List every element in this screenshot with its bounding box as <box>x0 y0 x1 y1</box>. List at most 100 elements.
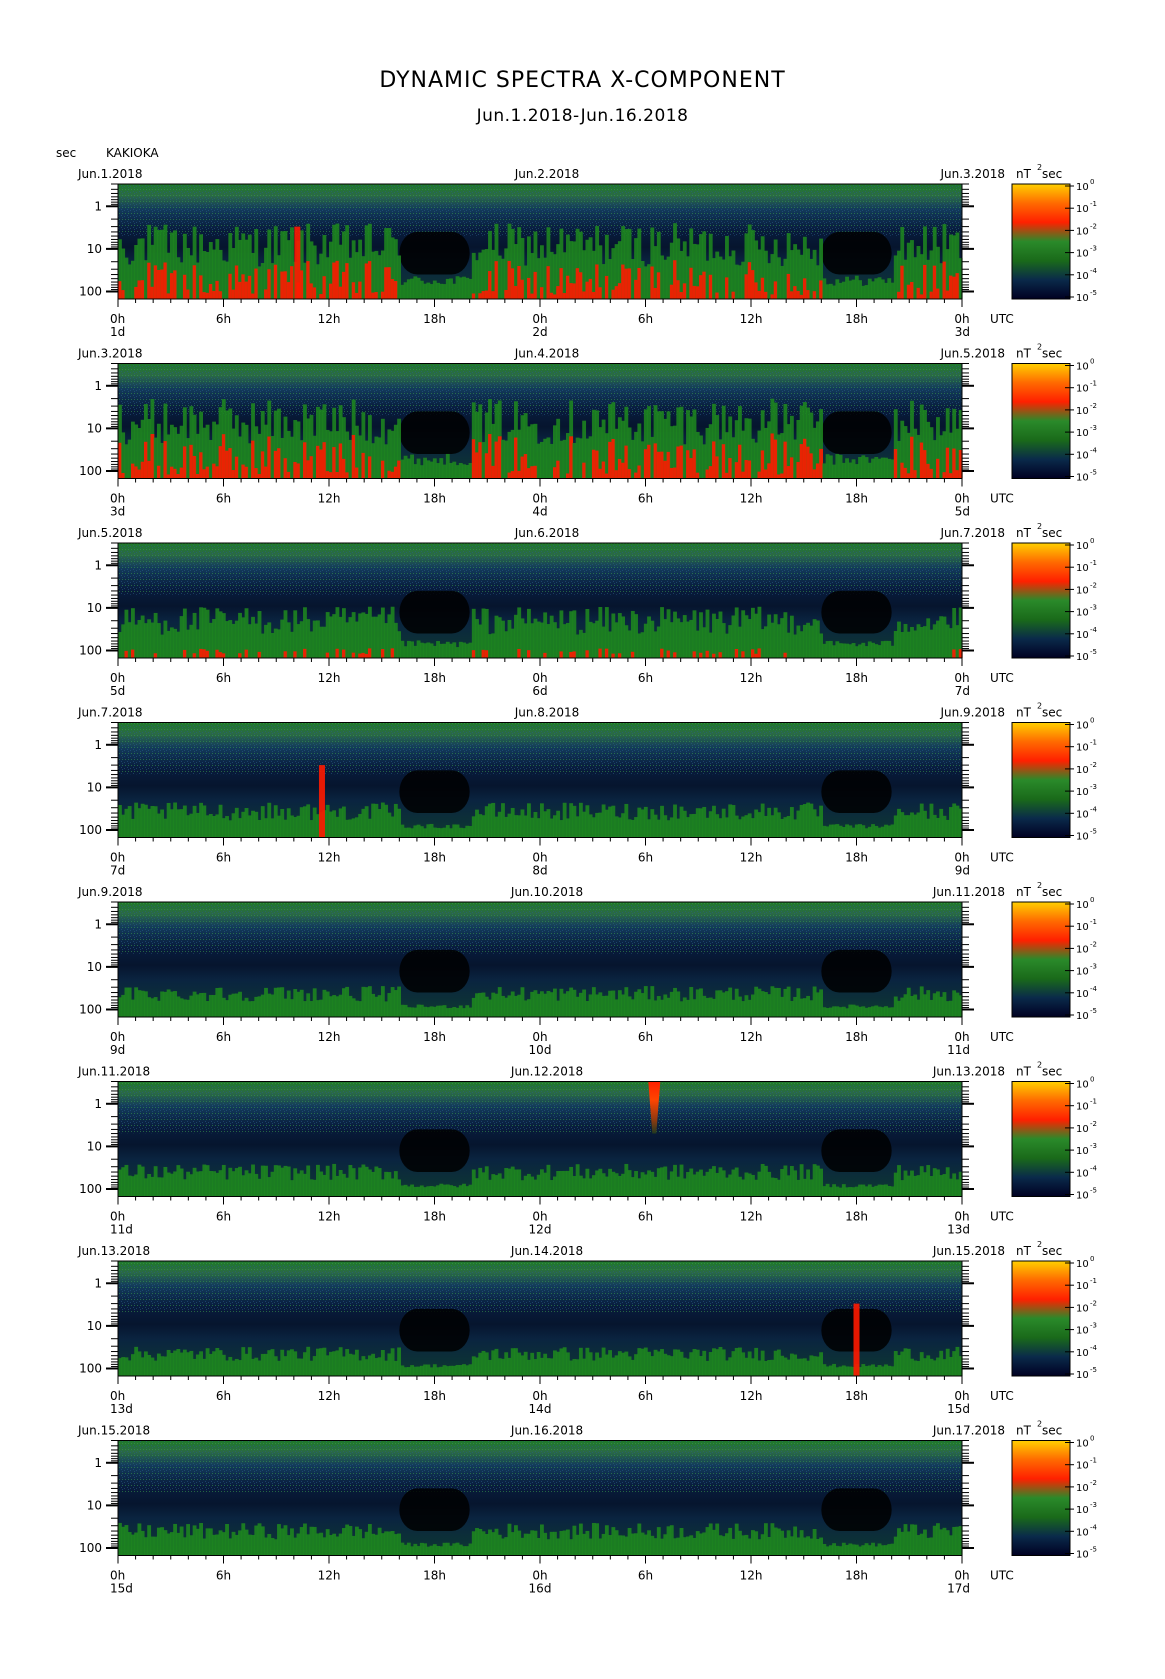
colorbar-tick-label: 10 <box>1076 1191 1089 1202</box>
panel: Jun.11.2018 Jun.12.2018 Jun.13.2018 nT 2 sec1… <box>77 1061 1098 1237</box>
colorbar-tick-label: 10 <box>1076 1080 1089 1091</box>
colorbar-tick-label: 10 <box>1076 1281 1089 1292</box>
panel-left-date: Jun.1.2018 <box>77 167 143 181</box>
x-tick-label: 18h <box>423 1569 446 1583</box>
colorbar-tick-exponent: 0 <box>1090 1076 1094 1084</box>
panel-mid-date: Jun.2.2018 <box>514 167 580 181</box>
colorbar-tick-exponent: -5 <box>1090 289 1097 297</box>
panel-mid-date: Jun.14.2018 <box>510 1244 583 1258</box>
y-tick-label: 10 <box>87 1498 102 1512</box>
time-zone-label: UTC <box>990 671 1014 685</box>
day-label: 3d <box>110 505 125 519</box>
colorbar-unit-suffix: sec <box>1042 526 1062 540</box>
colorbar-tick-label: 10 <box>1076 1124 1089 1135</box>
x-tick-label: 6h <box>638 1210 653 1224</box>
day-label: 15d <box>110 1582 133 1596</box>
day-label: 7d <box>110 864 125 878</box>
quiet-window <box>399 1129 470 1173</box>
colorbar-tick-exponent: -4 <box>1090 1164 1098 1172</box>
x-tick-label: 12h <box>318 671 341 685</box>
panel: Jun.9.2018 Jun.10.2018 Jun.11.2018 nT 2 sec11… <box>77 881 1098 1057</box>
colorbar-tick-exponent: -2 <box>1090 402 1097 410</box>
day-label: 5d <box>110 684 125 698</box>
colorbar-tick-exponent: 0 <box>1090 1435 1094 1443</box>
y-tick-label: 1 <box>94 917 102 931</box>
x-tick-label: 6h <box>216 492 231 506</box>
x-tick-label: 6h <box>216 312 231 326</box>
colorbar-tick-label: 10 <box>1076 541 1089 552</box>
colorbar-tick-exponent: -4 <box>1090 446 1098 454</box>
y-tick-label: 100 <box>79 1182 102 1196</box>
y-tick-label: 1 <box>94 1097 102 1111</box>
panel: Jun.13.2018 Jun.14.2018 Jun.15.2018 nT 2 sec1… <box>77 1240 1098 1416</box>
colorbar-tick-exponent: -3 <box>1090 1501 1097 1509</box>
y-tick-label: 1 <box>94 379 102 393</box>
colorbar-tick-exponent: -1 <box>1090 1457 1097 1465</box>
panel-right-date: Jun.13.2018 <box>932 1065 1005 1079</box>
y-tick-label: 1 <box>94 1276 102 1290</box>
y-tick-label: 100 <box>79 1541 102 1555</box>
colorbar-tick-label: 10 <box>1076 630 1089 641</box>
x-tick-label: 12h <box>740 312 763 326</box>
colorbar-tick-exponent: -3 <box>1090 1142 1097 1150</box>
panel-mid-date: Jun.12.2018 <box>510 1065 583 1079</box>
colorbar-unit-label: nT <box>1016 526 1032 540</box>
x-tick-label: 12h <box>740 1030 763 1044</box>
y-tick-label: 10 <box>87 780 102 794</box>
colorbar-tick-exponent: -1 <box>1090 200 1097 208</box>
day-label: 12d <box>529 1223 552 1237</box>
x-tick-label: 0h <box>954 492 969 506</box>
colorbar <box>1011 183 1071 300</box>
colorbar-unit-suffix: sec <box>1042 167 1062 181</box>
spectrogram-noise <box>118 184 962 236</box>
panel-mid-date: Jun.8.2018 <box>514 706 580 720</box>
x-tick-label: 18h <box>845 1569 868 1583</box>
x-tick-label: 0h <box>954 312 969 326</box>
colorbar-tick-label: 10 <box>1076 1146 1089 1157</box>
panel-left-date: Jun.15.2018 <box>77 1424 150 1438</box>
panel-right-date: Jun.9.2018 <box>939 706 1005 720</box>
day-label: 1d <box>110 325 125 339</box>
colorbar-unit-suffix: sec <box>1042 1244 1062 1258</box>
day-label: 7d <box>955 684 970 698</box>
panel-right-date: Jun.17.2018 <box>932 1424 1005 1438</box>
time-zone-label: UTC <box>990 1569 1014 1583</box>
colorbar-tick-label: 10 <box>1076 362 1089 373</box>
day-label: 6d <box>532 684 547 698</box>
colorbar-tick-label: 10 <box>1076 967 1089 978</box>
colorbar-tick-exponent: -3 <box>1090 424 1097 432</box>
activity-spike <box>294 226 301 299</box>
y-tick-label: 100 <box>79 1002 102 1016</box>
x-tick-label: 18h <box>845 1210 868 1224</box>
colorbar-unit-label: nT <box>1016 167 1032 181</box>
colorbar-unit-suffix: sec <box>1042 347 1062 361</box>
x-tick-label: 0h <box>110 1210 125 1224</box>
colorbar-unit-label: nT <box>1016 1244 1032 1258</box>
y-tick-label: 1 <box>94 1456 102 1470</box>
colorbar-unit-suffix: sec <box>1042 706 1062 720</box>
x-tick-label: 0h <box>532 492 547 506</box>
y-tick-label: 10 <box>87 960 102 974</box>
colorbar-tick-exponent: 0 <box>1090 717 1094 725</box>
x-tick-label: 18h <box>423 671 446 685</box>
panel-left-date: Jun.7.2018 <box>77 706 143 720</box>
colorbar-tick-exponent: -3 <box>1090 604 1097 612</box>
y-tick-label: 10 <box>87 242 102 256</box>
panel: Jun.7.2018 Jun.8.2018 Jun.9.2018 nT 2 sec1101… <box>77 702 1098 878</box>
colorbar-tick-exponent: -5 <box>1090 1007 1097 1015</box>
colorbar-unit-label: nT <box>1016 1065 1032 1079</box>
y-tick-label: 100 <box>79 823 102 837</box>
activity-spike <box>318 765 325 838</box>
y-tick-label: 100 <box>79 1361 102 1375</box>
colorbar-tick-exponent: -1 <box>1090 380 1097 388</box>
spectrogram-noise <box>118 1440 962 1493</box>
colorbar-tick-label: 10 <box>1076 944 1089 955</box>
spectrogram-noise <box>118 363 962 416</box>
quiet-window <box>821 590 892 634</box>
y-tick-label: 100 <box>79 464 102 478</box>
quiet-window <box>399 1308 470 1352</box>
colorbar-tick-exponent: -5 <box>1090 828 1097 836</box>
colorbar-tick-label: 10 <box>1076 721 1089 732</box>
colorbar-tick-exponent: -2 <box>1090 222 1097 230</box>
panel-left-date: Jun.9.2018 <box>77 885 143 899</box>
